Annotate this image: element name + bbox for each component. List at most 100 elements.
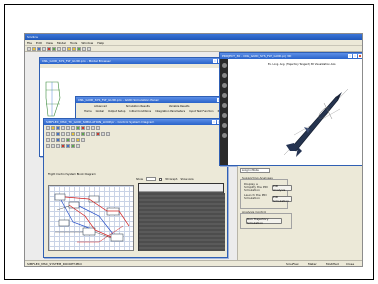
maximize-icon[interactable] xyxy=(353,54,357,58)
run-icon[interactable] xyxy=(52,46,56,51)
chart-icon[interactable] xyxy=(72,46,76,51)
menu-help[interactable]: Help xyxy=(97,41,104,45)
zoom-out-icon[interactable] xyxy=(91,126,95,130)
properties-icon[interactable] xyxy=(76,138,80,142)
subtab-global[interactable]: Global xyxy=(96,110,104,113)
cut-icon[interactable] xyxy=(57,46,61,51)
fit-icon[interactable] xyxy=(96,126,100,130)
switch-icon[interactable] xyxy=(96,132,100,136)
pid-simulation-text: Launch the PID Simulation xyxy=(244,193,267,201)
italic-icon[interactable] xyxy=(51,144,55,148)
fill-icon[interactable] xyxy=(61,144,65,148)
rotate-icon[interactable] xyxy=(221,63,227,68)
undo-icon[interactable] xyxy=(66,126,70,130)
diagram-caption: Flight Control System Block Diagram xyxy=(48,173,96,176)
menu-window[interactable]: Window xyxy=(81,41,93,45)
mux-icon[interactable] xyxy=(76,132,80,136)
arrow-icon[interactable] xyxy=(71,144,75,148)
gain-icon[interactable] xyxy=(61,132,65,136)
zoom-icon[interactable] xyxy=(221,83,227,88)
minimize-icon[interactable] xyxy=(212,120,216,124)
wizard-icon[interactable] xyxy=(67,46,71,51)
scope-icon[interactable] xyxy=(71,132,75,136)
zoom-icon[interactable] xyxy=(82,46,86,51)
show-dropdown[interactable] xyxy=(146,177,156,181)
table-icon[interactable] xyxy=(101,132,105,136)
line-color-icon[interactable] xyxy=(66,144,70,148)
stop-icon[interactable] xyxy=(81,126,85,130)
status-meter: Meter xyxy=(308,261,317,266)
pid-simulation-button[interactable]: PID Simulation xyxy=(272,195,292,203)
pid-analysis-button[interactable]: PID Analysis xyxy=(272,184,292,192)
graph-checkbox[interactable] xyxy=(159,177,162,181)
diagram-toolbar-1 xyxy=(46,126,225,131)
menu-model[interactable]: Model xyxy=(57,41,66,45)
help-icon[interactable] xyxy=(87,46,91,51)
route-icon[interactable] xyxy=(56,138,60,142)
const-icon[interactable] xyxy=(106,132,110,136)
minimize-icon[interactable] xyxy=(213,59,217,63)
view3d-title: PROJECT_30 - CNL_GUID_SYS_FLT_GUID.prj 3… xyxy=(222,54,292,58)
print-icon[interactable] xyxy=(61,126,65,130)
library-icon[interactable] xyxy=(81,138,85,142)
long-init-field[interactable]: Long Ini Mode xyxy=(240,168,270,173)
run-trajectory-button[interactable]: Run Trajectory Simulation xyxy=(246,217,282,225)
diagram-toolbar-2 xyxy=(46,132,225,137)
graph-plot-area xyxy=(139,193,225,251)
menu-view[interactable]: View xyxy=(46,41,53,45)
bold-icon[interactable] xyxy=(46,144,50,148)
play-icon[interactable] xyxy=(76,126,80,130)
compile-icon[interactable] xyxy=(66,138,70,142)
close-icon[interactable] xyxy=(358,54,362,58)
zoom-in-icon[interactable] xyxy=(86,126,90,130)
open-icon[interactable] xyxy=(51,126,55,130)
line-icon[interactable] xyxy=(51,132,55,136)
model-browser-title: CNL_GUID_SYS_FLT_GUID.pro - Model Browse… xyxy=(42,59,111,63)
graph-icon[interactable] xyxy=(77,46,81,51)
subtab-integration[interactable]: Integration Parameters xyxy=(155,110,185,113)
save-icon[interactable] xyxy=(37,46,41,51)
tab-home[interactable]: Home xyxy=(84,110,92,113)
save-icon[interactable] xyxy=(56,126,60,130)
block-icon[interactable] xyxy=(46,132,50,136)
front-view-icon[interactable] xyxy=(221,103,227,108)
status-modified: Modified xyxy=(326,261,339,266)
pan-icon[interactable] xyxy=(221,73,227,78)
text-icon[interactable] xyxy=(61,138,65,142)
reset-view-icon[interactable] xyxy=(221,93,227,98)
tab-simulation-results[interactable]: Simulation Results xyxy=(126,105,150,108)
new-file-icon[interactable] xyxy=(27,46,31,51)
menu-file[interactable]: File xyxy=(27,41,32,45)
subtab-output-setup[interactable]: Output Setup xyxy=(108,110,125,113)
open-folder-icon[interactable] xyxy=(32,46,36,51)
minimize-icon[interactable] xyxy=(348,54,352,58)
subtab-initial-conditions[interactable]: Initial Conditions xyxy=(129,110,151,113)
delay-icon[interactable] xyxy=(91,132,95,136)
color-icon[interactable] xyxy=(56,144,60,148)
font-icon[interactable] xyxy=(76,144,80,148)
redo-icon[interactable] xyxy=(71,126,75,130)
integrator-icon[interactable] xyxy=(66,132,70,136)
sink-icon[interactable] xyxy=(86,132,90,136)
top-view-icon[interactable] xyxy=(221,123,227,128)
menu-tools[interactable]: Tools xyxy=(70,41,77,45)
copy-icon[interactable] xyxy=(62,46,66,51)
stop-icon[interactable] xyxy=(47,46,51,51)
menu-edit[interactable]: Edit xyxy=(36,41,42,45)
grid-icon[interactable] xyxy=(71,138,75,142)
tab-variable-results[interactable]: Variable Results xyxy=(169,105,190,108)
group-icon[interactable] xyxy=(51,138,55,142)
block-diagram-drawing xyxy=(54,193,130,243)
status-bar: SIMFLEX_MSC_SYSTEM_ROCKET.PRO SinuFlex M… xyxy=(25,260,362,266)
new-icon[interactable] xyxy=(46,126,50,130)
tab-advanced[interactable]: Advanced xyxy=(94,105,107,108)
subtab-input-test[interactable]: Input Test Function xyxy=(189,110,214,113)
source-icon[interactable] xyxy=(81,132,85,136)
diagram-toolbar-4 xyxy=(46,144,225,149)
side-view-icon[interactable] xyxy=(221,113,227,118)
view3d-window: PROJECT_30 - CNL_GUID_SYS_FLT_GUID.prj 3… xyxy=(219,52,362,166)
sum-icon[interactable] xyxy=(56,132,60,136)
align-icon[interactable] xyxy=(46,138,50,142)
print-icon[interactable] xyxy=(42,46,46,51)
record-icon[interactable] xyxy=(221,133,227,138)
